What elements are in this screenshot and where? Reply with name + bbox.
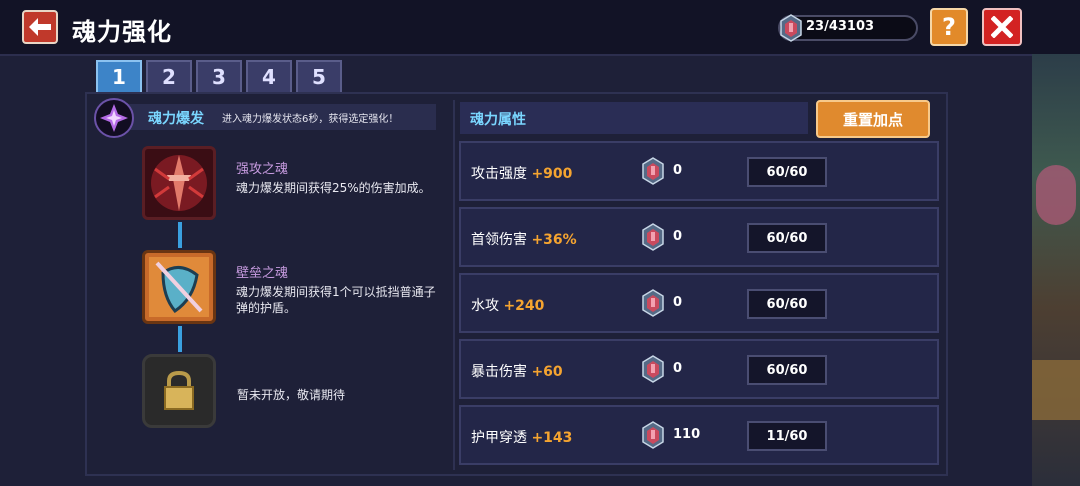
skill-description: 魂力爆发期间获得1个可以抵挡普通子弹的护盾。 [236, 285, 436, 315]
attribute-row[interactable]: 攻击强度 +900 0 60/60 [459, 141, 939, 201]
soul-gem-icon [642, 355, 664, 383]
soul-gem-icon [642, 289, 664, 317]
tab-4[interactable]: 4 [246, 60, 292, 92]
background-scene [1032, 40, 1080, 486]
skill-name: 强攻之魂 [236, 162, 289, 177]
attribute-cost: 0 [673, 295, 683, 310]
attribute-label: 护甲穿透 +143 [471, 427, 572, 447]
attribute-label: 首领伤害 +36% [471, 229, 577, 249]
attribute-row[interactable]: 首领伤害 +36% 0 60/60 [459, 207, 939, 267]
attribute-row[interactable]: 暴击伤害 +60 0 60/60 [459, 339, 939, 399]
attribute-name: 护甲穿透 [471, 430, 527, 446]
page-tabs: 1 2 3 4 5 [96, 60, 342, 92]
soul-gem-icon [780, 14, 802, 42]
skill-connector [178, 326, 182, 352]
close-button[interactable] [982, 8, 1022, 46]
attribute-cost: 0 [673, 163, 683, 178]
attribute-name: 水攻 [471, 298, 499, 314]
attribute-bonus: +143 [531, 430, 573, 446]
skill-connector [178, 222, 182, 248]
skill-name: 壁垒之魂 [236, 266, 289, 281]
attribute-cost: 0 [673, 361, 683, 376]
burst-description: 进入魂力爆发状态6秒，获得选定强化！ [222, 114, 399, 125]
attribute-name: 暴击伤害 [471, 364, 527, 380]
attribute-bonus: +240 [503, 298, 545, 314]
burst-title: 魂力爆发 [148, 111, 204, 127]
tab-5[interactable]: 5 [296, 60, 342, 92]
attribute-bonus: +36% [531, 232, 577, 248]
attribute-level: 60/60 [747, 157, 827, 187]
attribute-cost: 0 [673, 229, 683, 244]
section-divider [453, 100, 455, 470]
reset-points-button[interactable]: 重置加点 [816, 100, 930, 138]
attribute-cost: 110 [673, 427, 701, 442]
soul-gem-icon [642, 421, 664, 449]
back-button[interactable] [22, 10, 58, 44]
tab-2[interactable]: 2 [146, 60, 192, 92]
page-title: 魂力强化 [72, 18, 172, 46]
locked-message: 暂未开放，敬请期待 [237, 388, 346, 402]
attribute-level: 60/60 [747, 223, 827, 253]
help-button[interactable]: ? [930, 8, 968, 46]
skill-description: 魂力爆发期间获得25%的伤害加成。 [236, 181, 431, 195]
attribute-label: 暴击伤害 +60 [471, 361, 563, 381]
attribute-level: 60/60 [747, 289, 827, 319]
attribute-label: 水攻 +240 [471, 295, 544, 315]
attribute-row[interactable]: 护甲穿透 +143 110 11/60 [459, 405, 939, 465]
top-bar: 魂力强化 23/43103 ? [0, 0, 1080, 54]
soul-burst-icon [94, 98, 134, 138]
attribute-level: 11/60 [747, 421, 827, 451]
background-decoration [1032, 360, 1080, 420]
close-icon [991, 16, 1013, 38]
tab-3[interactable]: 3 [196, 60, 242, 92]
sword-soul-icon[interactable] [142, 146, 216, 220]
soul-burst-row: 魂力爆发 进入魂力爆发状态6秒，获得选定强化！ [92, 98, 442, 138]
attribute-bonus: +900 [531, 166, 573, 182]
soul-gem-icon [642, 157, 664, 185]
arrow-left-icon [29, 18, 51, 36]
attribute-name: 首领伤害 [471, 232, 527, 248]
shield-soul-icon[interactable] [142, 250, 216, 324]
lock-icon [142, 354, 216, 428]
attributes-title: 魂力属性 [470, 112, 526, 128]
attribute-bonus: +60 [531, 364, 563, 380]
attribute-name: 攻击强度 [471, 166, 527, 182]
burst-crystal-icon [100, 104, 128, 132]
background-decoration [1036, 165, 1076, 225]
currency-value: 23/43103 [806, 19, 875, 34]
attribute-level: 60/60 [747, 355, 827, 385]
soul-gem-icon [642, 223, 664, 251]
tab-1[interactable]: 1 [96, 60, 142, 92]
attribute-label: 攻击强度 +900 [471, 163, 572, 183]
attribute-row[interactable]: 水攻 +240 0 60/60 [459, 273, 939, 333]
